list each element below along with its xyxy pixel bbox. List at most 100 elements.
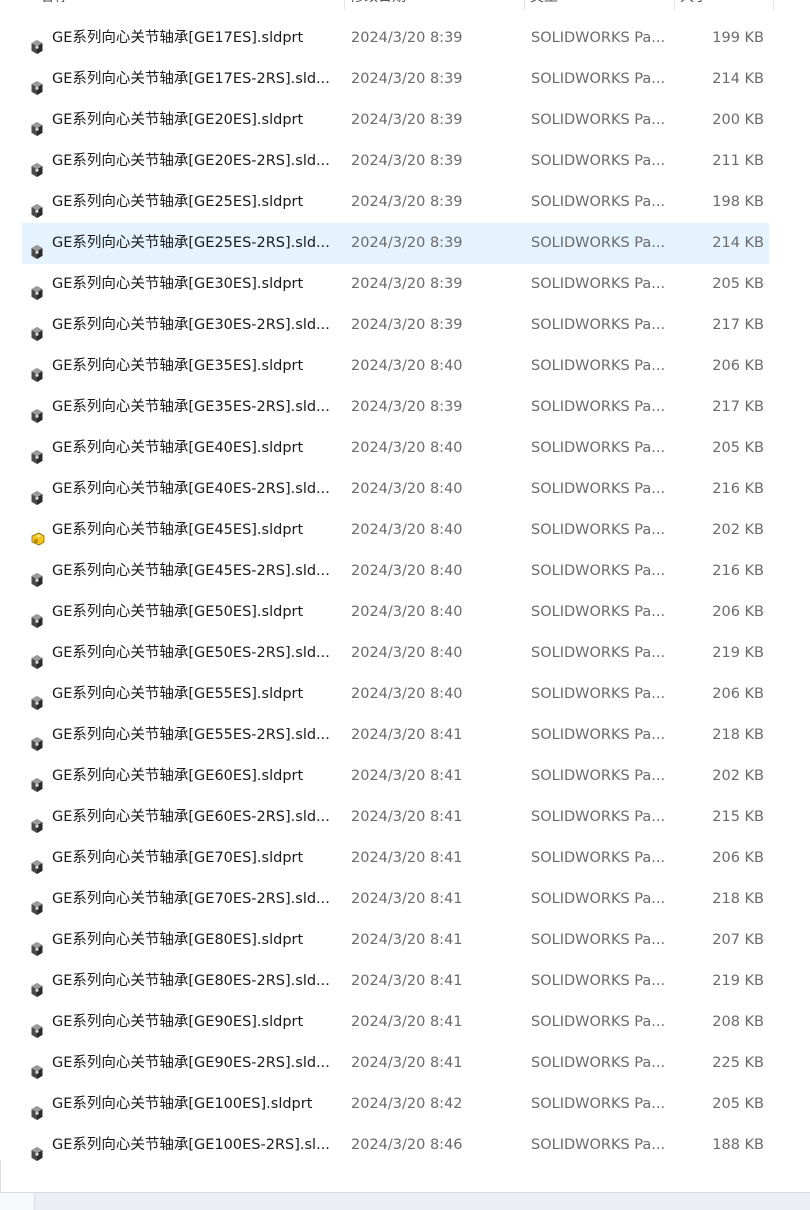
file-size: 219 KB [712, 973, 764, 989]
file-row[interactable]: GE系列向心关节轴承[GE35ES].sldprt 2024/3/20 8:40 S… [22, 346, 769, 387]
file-name: GE系列向心关节轴承[GE70ES-2RS].sld... [52, 891, 330, 907]
file-row[interactable]: GE系列向心关节轴承[GE40ES-2RS].sld... 2024/3/20 8… [22, 469, 769, 510]
solidworks-part-icon [30, 605, 44, 628]
taskbar-tab[interactable] [0, 1193, 35, 1210]
file-row[interactable]: GE系列向心关节轴承[GE25ES-2RS].sld... 2024/3/20 8… [22, 223, 769, 264]
file-name: GE系列向心关节轴承[GE80ES-2RS].sld... [52, 973, 330, 989]
solidworks-part-icon [30, 359, 44, 382]
file-type: SOLIDWORKS Pa... [531, 973, 666, 989]
file-type: SOLIDWORKS Pa... [531, 686, 666, 702]
file-row[interactable]: GE系列向心关节轴承[GE35ES-2RS].sld... 2024/3/20 8… [22, 387, 769, 428]
file-row[interactable]: GE系列向心关节轴承[GE40ES].sldprt 2024/3/20 8:40 S… [22, 428, 769, 469]
solidworks-part-icon [30, 482, 44, 505]
file-row[interactable]: GE系列向心关节轴承[GE60ES-2RS].sld... 2024/3/20 8… [22, 797, 769, 838]
file-row[interactable]: GE系列向心关节轴承[GE17ES].sldprt 2024/3/20 8:39 S… [22, 18, 769, 59]
file-size: 205 KB [712, 1096, 764, 1112]
file-type: SOLIDWORKS Pa... [531, 276, 666, 292]
file-name: GE系列向心关节轴承[GE100ES-2RS].sl... [52, 1137, 330, 1153]
solidworks-part-icon [30, 1056, 44, 1079]
file-type: SOLIDWORKS Pa... [531, 71, 666, 87]
file-name: GE系列向心关节轴承[GE90ES].sldprt [52, 1014, 304, 1030]
file-row[interactable]: GE系列向心关节轴承[GE80ES].sldprt 2024/3/20 8:41 S… [22, 920, 769, 961]
solidworks-part-icon [30, 974, 44, 997]
file-name: GE系列向心关节轴承[GE17ES].sldprt [52, 30, 304, 46]
file-size: 205 KB [712, 440, 764, 456]
file-row[interactable]: GE系列向心关节轴承[GE20ES].sldprt 2024/3/20 8:39 S… [22, 100, 769, 141]
file-size: 206 KB [712, 850, 764, 866]
file-explorer: 名称 修改日期 类型 大小 GE系列向心关节轴承[GE17ES].sldprt 2… [0, 0, 810, 1210]
file-size: 208 KB [712, 1014, 764, 1030]
file-date: 2024/3/20 8:41 [351, 932, 463, 948]
file-size: 219 KB [712, 645, 764, 661]
solidworks-part-icon [30, 1097, 44, 1120]
solidworks-part-icon [30, 154, 44, 177]
file-date: 2024/3/20 8:40 [351, 604, 463, 620]
file-name: GE系列向心关节轴承[GE40ES-2RS].sld... [52, 481, 330, 497]
file-row[interactable]: GE系列向心关节轴承[GE50ES].sldprt 2024/3/20 8:40 S… [22, 592, 769, 633]
column-header: 名称 修改日期 类型 大小 [0, 0, 780, 10]
column-header-type[interactable]: 类型 [530, 0, 675, 10]
solidworks-part-icon [30, 851, 44, 874]
file-row[interactable]: GE系列向心关节轴承[GE20ES-2RS].sld... 2024/3/20 8… [22, 141, 769, 182]
column-header-name[interactable]: 名称 [40, 0, 345, 10]
file-date: 2024/3/20 8:39 [351, 276, 463, 292]
file-row[interactable]: GE系列向心关节轴承[GE17ES-2RS].sld... 2024/3/20 8… [22, 59, 769, 100]
file-date: 2024/3/20 8:46 [351, 1137, 463, 1153]
file-size: 202 KB [712, 768, 764, 784]
solidworks-part-icon [30, 892, 44, 915]
file-name: GE系列向心关节轴承[GE100ES].sldprt [52, 1096, 313, 1112]
file-name: GE系列向心关节轴承[GE70ES].sldprt [52, 850, 304, 866]
solidworks-part-icon [30, 318, 44, 341]
file-date: 2024/3/20 8:41 [351, 891, 463, 907]
file-date: 2024/3/20 8:39 [351, 153, 463, 169]
file-name: GE系列向心关节轴承[GE50ES-2RS].sld... [52, 645, 330, 661]
solidworks-part-icon [30, 113, 44, 136]
file-date: 2024/3/20 8:39 [351, 71, 463, 87]
file-size: 198 KB [712, 194, 764, 210]
file-list: GE系列向心关节轴承[GE17ES].sldprt 2024/3/20 8:39 S… [22, 18, 769, 1166]
file-row[interactable]: GE系列向心关节轴承[GE30ES].sldprt 2024/3/20 8:39 S… [22, 264, 769, 305]
file-row[interactable]: GE系列向心关节轴承[GE45ES-2RS].sld... 2024/3/20 8… [22, 551, 769, 592]
file-name: GE系列向心关节轴承[GE45ES].sldprt [52, 522, 304, 538]
file-name: GE系列向心关节轴承[GE35ES-2RS].sld... [52, 399, 330, 415]
file-size: 214 KB [712, 235, 764, 251]
solidworks-part-icon [30, 195, 44, 218]
file-size: 206 KB [712, 358, 764, 374]
file-row[interactable]: GE系列向心关节轴承[GE100ES-2RS].sl... 2024/3/20 8… [22, 1125, 769, 1166]
file-row[interactable]: GE系列向心关节轴承[GE55ES].sldprt 2024/3/20 8:40 S… [22, 674, 769, 715]
file-name: GE系列向心关节轴承[GE17ES-2RS].sld... [52, 71, 330, 87]
file-row[interactable]: GE系列向心关节轴承[GE30ES-2RS].sld... 2024/3/20 8… [22, 305, 769, 346]
file-row[interactable]: GE系列向心关节轴承[GE90ES].sldprt 2024/3/20 8:41 S… [22, 1002, 769, 1043]
file-type: SOLIDWORKS Pa... [531, 317, 666, 333]
file-row[interactable]: GE系列向心关节轴承[GE60ES].sldprt 2024/3/20 8:41 S… [22, 756, 769, 797]
file-row[interactable]: GE系列向心关节轴承[GE70ES-2RS].sld... 2024/3/20 8… [22, 879, 769, 920]
file-type: SOLIDWORKS Pa... [531, 358, 666, 374]
file-size: 202 KB [712, 522, 764, 538]
taskbar-strip [0, 1192, 810, 1210]
file-date: 2024/3/20 8:42 [351, 1096, 463, 1112]
column-header-size[interactable]: 大小 [680, 0, 774, 10]
file-type: SOLIDWORKS Pa... [531, 768, 666, 784]
file-row[interactable]: GE系列向心关节轴承[GE25ES].sldprt 2024/3/20 8:39 S… [22, 182, 769, 223]
file-size: 199 KB [712, 30, 764, 46]
file-type: SOLIDWORKS Pa... [531, 645, 666, 661]
file-date: 2024/3/20 8:39 [351, 30, 463, 46]
file-type: SOLIDWORKS Pa... [531, 1014, 666, 1030]
file-row[interactable]: GE系列向心关节轴承[GE100ES].sldprt 2024/3/20 8:42… [22, 1084, 769, 1125]
solidworks-part-icon [30, 564, 44, 587]
file-row[interactable]: GE系列向心关节轴承[GE70ES].sldprt 2024/3/20 8:41 S… [22, 838, 769, 879]
file-name: GE系列向心关节轴承[GE25ES].sldprt [52, 194, 304, 210]
file-type: SOLIDWORKS Pa... [531, 932, 666, 948]
file-name: GE系列向心关节轴承[GE20ES-2RS].sld... [52, 153, 330, 169]
file-size: 188 KB [712, 1137, 764, 1153]
file-type: SOLIDWORKS Pa... [531, 727, 666, 743]
file-row[interactable]: GE系列向心关节轴承[GE80ES-2RS].sld... 2024/3/20 8… [22, 961, 769, 1002]
file-row[interactable]: GE系列向心关节轴承[GE50ES-2RS].sld... 2024/3/20 8… [22, 633, 769, 674]
file-row[interactable]: GE系列向心关节轴承[GE90ES-2RS].sld... 2024/3/20 8… [22, 1043, 769, 1084]
file-date: 2024/3/20 8:40 [351, 481, 463, 497]
file-date: 2024/3/20 8:41 [351, 727, 463, 743]
file-row[interactable]: GE系列向心关节轴承[GE55ES-2RS].sld... 2024/3/20 8… [22, 715, 769, 756]
column-header-date[interactable]: 修改日期 [350, 0, 525, 10]
file-size: 216 KB [712, 563, 764, 579]
file-row[interactable]: GE系列向心关节轴承[GE45ES].sldprt 2024/3/20 8:40 S… [22, 510, 769, 551]
